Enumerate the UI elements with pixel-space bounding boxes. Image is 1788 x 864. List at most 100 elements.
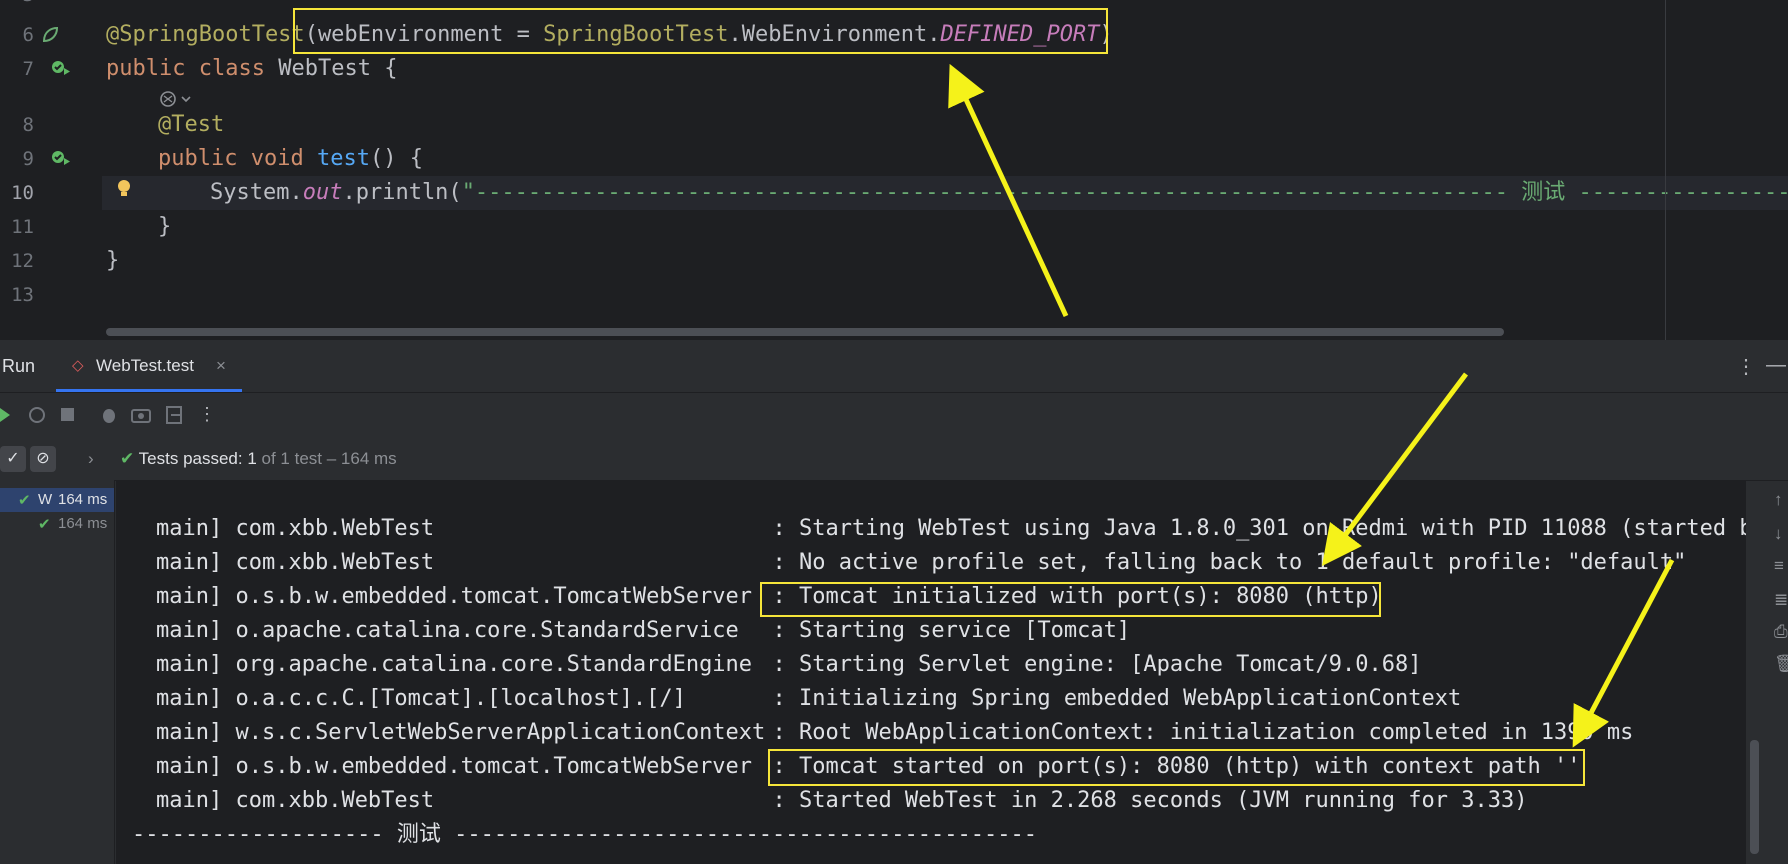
code-line-7[interactable]: public class WebTest {: [106, 52, 397, 86]
keyword: class: [198, 56, 265, 81]
thread: main]: [156, 652, 223, 677]
line-number: 7: [22, 58, 34, 80]
editor-horizontal-scrollbar[interactable]: [106, 328, 1504, 336]
logger: com.xbb.WebTest: [235, 516, 435, 541]
annotation: @Test: [158, 112, 225, 137]
tests-status: ✔ Tests passed: 1 of 1 test – 164 ms: [120, 449, 397, 469]
run-header: Run ◇ WebTest.test × ⋮ —: [0, 340, 1788, 393]
tree-item-webtest[interactable]: ✔ W 164 ms: [0, 488, 114, 512]
brace: }: [158, 214, 172, 239]
class-ref: System.: [210, 180, 303, 205]
line-number-current: 10: [11, 182, 34, 204]
line-number: 6: [22, 24, 34, 46]
annotation: @SpringBootTest: [106, 22, 305, 47]
tab-underline: [56, 389, 242, 392]
code-line-10[interactable]: System.out.println("--------------------…: [210, 176, 1788, 210]
line-number: 13: [11, 284, 34, 306]
code-line-11[interactable]: }: [158, 210, 171, 244]
console-line: main] com.xbb.WebTest: Started WebTest i…: [156, 784, 1527, 818]
rerun-icon[interactable]: [0, 404, 14, 426]
debug-icon[interactable]: [98, 404, 120, 426]
editor-gutter: 3 6 7 8 9 10 11 12 13: [0, 0, 102, 340]
run-title: Run: [2, 356, 36, 376]
console-separator: ------------------- 测试 -----------------…: [132, 822, 1037, 847]
message: : Initializing Spring embedded WebApplic…: [772, 686, 1462, 711]
line-number: 9: [22, 148, 34, 170]
highlight-box-tomcat-initialized: [760, 582, 1381, 617]
scroll-down-icon[interactable]: ↓: [1774, 524, 1783, 544]
check-icon: ✔: [120, 449, 135, 468]
more-options-icon[interactable]: ⋮: [198, 404, 216, 425]
camera-icon[interactable]: [130, 404, 152, 426]
run-toolbar: ⋮: [0, 394, 1788, 438]
print-icon[interactable]: ⎙: [1774, 622, 1788, 642]
scroll-to-end-icon[interactable]: ≣: [1774, 590, 1788, 610]
logger: o.s.b.w.embedded.tomcat.TomcatWebServer: [235, 584, 753, 609]
logger: com.xbb.WebTest: [235, 550, 435, 575]
code-line-8[interactable]: @Test: [158, 108, 224, 142]
message: : Starting service [Tomcat]: [772, 618, 1131, 643]
tree-label: W: [38, 491, 53, 508]
method-call: .println(: [342, 180, 462, 205]
logger: w.s.c.ServletWebServerApplicationContext: [235, 720, 766, 745]
code-line-9[interactable]: public void test() {: [158, 142, 423, 176]
scroll-up-icon[interactable]: ↑: [1774, 490, 1783, 510]
keyword: void: [250, 146, 304, 171]
run-test-icon[interactable]: [50, 149, 72, 167]
status-prefix: Tests passed:: [138, 449, 248, 468]
logger: org.apache.catalina.core.StandardEngine: [235, 652, 753, 677]
logger: o.a.c.c.C.[Tomcat].[localhost].[/]: [235, 686, 686, 711]
console-line: main] w.s.c.ServletWebServerApplicationC…: [156, 716, 1633, 750]
status-count: 1: [247, 449, 257, 468]
minimize-icon[interactable]: —: [1766, 354, 1786, 377]
spring-leaf-icon[interactable]: [40, 25, 60, 45]
check-icon: ✔: [18, 492, 31, 509]
export-icon[interactable]: [164, 404, 186, 426]
thread: main]: [156, 550, 223, 575]
right-margin-guide: [1665, 0, 1666, 340]
thread: main]: [156, 618, 223, 643]
code-line-12[interactable]: }: [106, 244, 119, 278]
thread: main]: [156, 516, 223, 541]
lightbulb-icon[interactable]: [116, 178, 132, 200]
show-ignored-toggle[interactable]: ⊘: [30, 446, 56, 472]
inlay-hint-icon[interactable]: [158, 88, 198, 110]
keyword: public: [158, 146, 238, 171]
trash-icon[interactable]: 🗑: [1774, 654, 1788, 674]
message: : Root WebApplicationContext: initializa…: [772, 720, 1634, 745]
show-passed-toggle[interactable]: ✓: [0, 446, 26, 472]
run-test-icon[interactable]: [50, 59, 72, 77]
thread: main]: [156, 754, 223, 779]
tab-webtest-test[interactable]: ◇ WebTest.test ×: [56, 340, 242, 392]
tree-time: 164 ms: [58, 491, 108, 508]
message: : Starting WebTest using Java 1.8.0_301 …: [772, 516, 1746, 541]
soft-wrap-icon[interactable]: ≡: [1774, 556, 1784, 576]
console-line: main] com.xbb.WebTest : Starting WebTest …: [156, 512, 1746, 546]
logger: com.xbb.WebTest: [235, 788, 435, 813]
static-field: out: [302, 180, 343, 205]
tree-item-test[interactable]: ✔ 164 ms: [0, 512, 114, 536]
more-options-icon[interactable]: ⋮: [1736, 354, 1756, 379]
console-output[interactable]: main] com.xbb.WebTest : Starting WebTest …: [116, 480, 1746, 864]
tab-label: WebTest.test: [96, 356, 194, 375]
console-line: main] org.apache.catalina.core.StandardE…: [156, 648, 1422, 682]
thread: main]: [156, 788, 223, 813]
rerun-failed-icon[interactable]: [26, 404, 48, 426]
logger: o.s.b.w.embedded.tomcat.TomcatWebServer: [235, 754, 753, 779]
brace: }: [106, 248, 120, 273]
console-line: main] o.a.c.c.C.[Tomcat].[localhost].[/]…: [156, 682, 1461, 716]
close-icon[interactable]: ×: [216, 356, 226, 376]
message: : Starting Servlet engine: [Apache Tomca…: [772, 652, 1422, 677]
check-icon: ✔: [38, 516, 51, 533]
line-number: 3: [0, 0, 34, 12]
message: : No active profile set, falling back to…: [772, 550, 1687, 575]
console-line: main] o.apache.catalina.core.StandardSer…: [156, 614, 1130, 648]
line-number: 12: [11, 250, 34, 272]
line-number: 8: [22, 114, 34, 136]
chevron-right-icon[interactable]: ›: [88, 449, 94, 469]
logger: o.apache.catalina.core.StandardService: [235, 618, 739, 643]
test-tree: ✔ W 164 ms ✔ 164 ms: [0, 480, 115, 864]
console-vertical-scrollbar[interactable]: [1750, 740, 1759, 854]
stop-icon[interactable]: [58, 404, 78, 426]
class-name: WebTest: [278, 56, 371, 81]
